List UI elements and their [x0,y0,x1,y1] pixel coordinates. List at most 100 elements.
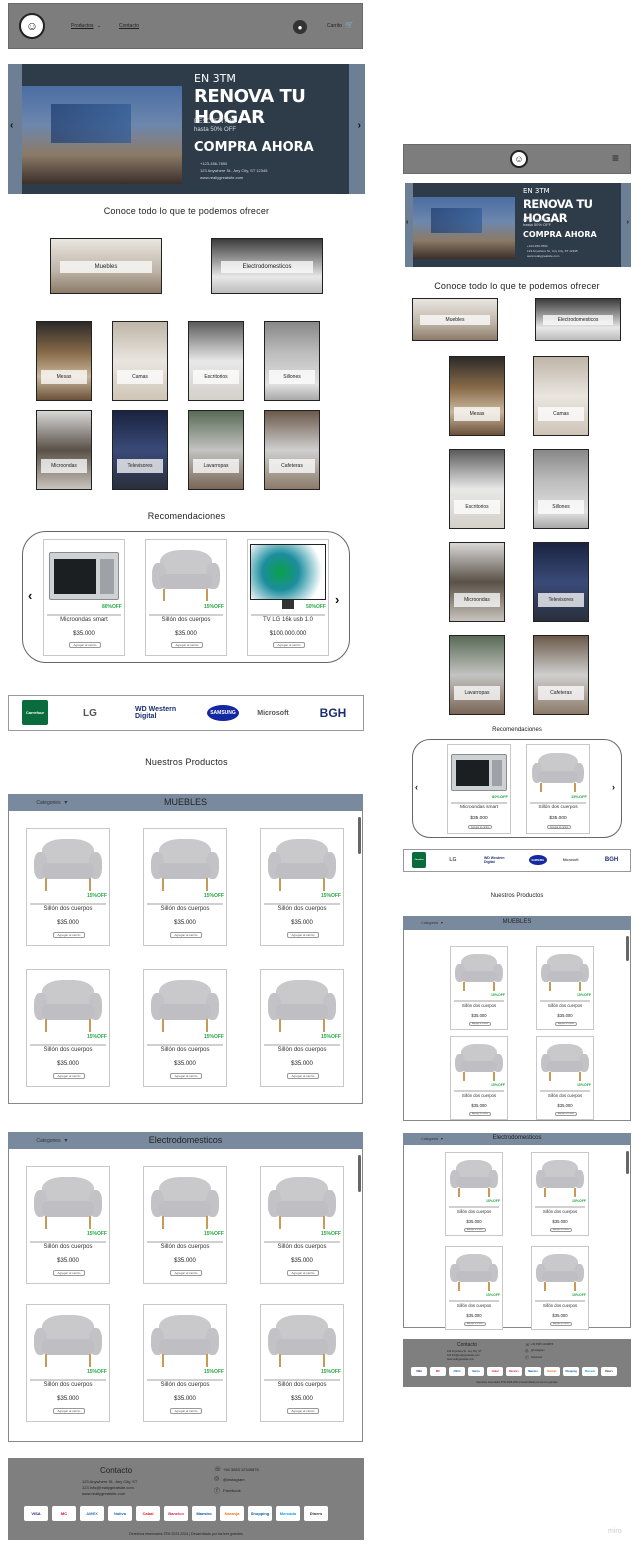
product-name[interactable]: Sillón dos cuerpos [446,1209,502,1214]
subcategory-tile[interactable]: Sillones [264,321,320,401]
product-image[interactable] [144,829,226,903]
product-image[interactable] [537,1037,593,1090]
scrollbar[interactable] [626,936,629,961]
instagram-icon[interactable]: ◎ [525,1348,529,1353]
product-card[interactable]: 15%OFF Sillón dos cuerpos $35.000 Agregar a… [536,1036,594,1120]
menu-icon[interactable]: ≡ [612,151,619,165]
add-to-cart-button[interactable]: Agregar al carrito [287,1408,319,1415]
carousel-prev-arrow[interactable]: ‹ [415,782,418,792]
product-name[interactable]: Sillón dos cuerpos [451,1003,507,1008]
product-card[interactable]: 15%OFF Sillón dos cuerpos $35.000 Agregar a… [531,1246,589,1330]
brand-logo[interactable]: SAMSUNG [207,705,239,721]
product-card[interactable]: 15%OFF Sillón dos cuerpos $35.000 Agregar a… [26,1166,110,1284]
product-image[interactable] [537,947,593,1000]
product-name[interactable]: Sillón dos cuerpos [146,617,226,623]
product-name[interactable]: Sillón dos cuerpos [144,906,226,912]
product-name[interactable]: TV LG 16k usb 1.0 [248,617,328,623]
carousel-next-arrow[interactable]: › [335,592,339,607]
product-card[interactable]: 15%OFF Sillón dos cuerpos $35.000 Agregar a… [260,1166,344,1284]
carousel-next-arrow[interactable]: › [612,782,615,792]
nav-productos[interactable]: Productos [71,23,94,29]
user-icon[interactable]: ● [293,20,307,34]
product-image[interactable] [448,745,510,801]
scrollbar[interactable] [358,1155,361,1193]
brand-logo[interactable]: WD Western Digital [135,705,193,721]
product-image[interactable] [44,540,124,613]
hero-prev-arrow[interactable]: ‹ [406,219,408,226]
subcategory-tile[interactable]: Televisores [533,542,589,622]
add-to-cart-button[interactable]: Agregar al carrito [53,932,85,939]
product-image[interactable] [532,1247,588,1300]
product-image[interactable] [144,970,226,1044]
add-to-cart-button[interactable]: Agregar al carrito [53,1408,85,1415]
product-card[interactable]: 15%OFF Sillón dos cuerpos $35.000 Agregar a… [531,1152,589,1236]
subcategory-tile[interactable]: Microondas [36,410,92,490]
product-name[interactable]: Sillón dos cuerpos [27,1047,109,1053]
product-name[interactable]: Sillón dos cuerpos [446,1303,502,1308]
product-image[interactable] [144,1305,226,1379]
add-to-cart-button[interactable]: Agregar al carrito [53,1073,85,1080]
product-card[interactable]: 15%OFF Sillón dos cuerpos $35.000 Agregar a… [450,1036,508,1120]
chevron-down-icon[interactable]: ▾ [64,799,67,806]
product-name[interactable]: Microondas smart [44,617,124,623]
add-to-cart-button[interactable]: Agregar al carrito [170,1408,202,1415]
product-card[interactable]: 15%OFF Sillón dos cuerpos $35.000 Agregar a… [526,744,590,834]
add-to-cart-button[interactable]: Agregar al carrito [53,1270,85,1277]
chevron-down-icon[interactable]: ▾ [64,1137,67,1144]
product-name[interactable]: Sillón dos cuerpos [532,1303,588,1308]
product-name[interactable]: Sillón dos cuerpos [144,1244,226,1250]
product-name[interactable]: Sillón dos cuerpos [27,1244,109,1250]
product-image[interactable] [261,1305,343,1379]
product-image[interactable] [532,1153,588,1206]
product-name[interactable]: Sillón dos cuerpos [261,1244,343,1250]
add-to-cart-button[interactable]: Agregar al carrito [171,642,203,649]
product-image[interactable] [144,1167,226,1241]
subcategory-tile[interactable]: Televisores [112,410,168,490]
categories-dropdown[interactable]: Categories [36,800,60,806]
product-image[interactable] [27,829,109,903]
nav-contacto[interactable]: Contacto [119,23,139,29]
add-to-cart-button[interactable]: Agregar al carrito [468,1021,491,1026]
product-image[interactable] [451,1037,507,1090]
add-to-cart-button[interactable]: Agregar al carrito [170,1270,202,1277]
product-card[interactable]: 15%OFF Sillón dos cuerpos $35.000 Agregar a… [145,539,227,656]
product-image[interactable] [261,829,343,903]
product-card[interactable]: 80%OFF Microondas smart $35.000 Agregar al … [43,539,125,656]
facebook-icon[interactable]: ⓕ [214,1486,220,1495]
add-to-cart-button[interactable]: Agregar al carrito [554,1021,577,1026]
brand-logo[interactable]: WD Western Digital [484,855,516,865]
product-image[interactable] [261,970,343,1044]
add-to-cart-button[interactable]: Agregar al carrito [170,1073,202,1080]
carousel-prev-arrow[interactable]: ‹ [28,588,32,603]
subcategory-tile[interactable]: Escritorios [188,321,244,401]
footer-instagram[interactable]: @instagram [223,1477,245,1482]
logo-icon[interactable]: ☺ [510,150,528,168]
product-name[interactable]: Sillón dos cuerpos [527,805,589,810]
subcategory-tile[interactable]: Camas [533,356,589,436]
product-image[interactable] [261,1167,343,1241]
product-name[interactable]: Sillón dos cuerpos [261,1047,343,1053]
product-name[interactable]: Microondas smart [448,805,510,810]
product-card[interactable]: 15%OFF Sillón dos cuerpos $35.000 Agregar a… [260,1304,344,1422]
product-name[interactable]: Sillón dos cuerpos [451,1093,507,1098]
subcategory-tile[interactable]: Mesas [36,321,92,401]
product-card[interactable]: 15%OFF Sillón dos cuerpos $35.000 Agregar a… [445,1152,503,1236]
subcategory-tile[interactable]: Escritorios [449,449,505,529]
instagram-icon[interactable]: ◎ [214,1475,219,1482]
product-card[interactable]: 15%OFF Sillón dos cuerpos $35.000 Agregar a… [445,1246,503,1330]
add-to-cart-button[interactable]: Agregar al carrito [546,824,572,830]
chevron-down-icon[interactable]: ▾ [441,920,443,925]
hero-cta[interactable]: COMPRA AHORA [523,230,597,239]
product-image[interactable] [446,1153,502,1206]
subcategory-tile[interactable]: Lavarropas [188,410,244,490]
product-name[interactable]: Sillón dos cuerpos [261,1382,343,1388]
add-to-cart-button[interactable]: Agregar al carrito [468,1111,491,1116]
hero-prev-arrow[interactable]: ‹ [10,120,13,131]
facebook-icon[interactable]: ⓕ [525,1355,529,1361]
product-name[interactable]: Sillón dos cuerpos [144,1382,226,1388]
product-card[interactable]: 15%OFF Sillón dos cuerpos $35.000 Agregar a… [143,1304,227,1422]
brand-logo[interactable]: LG [443,855,463,865]
product-card[interactable]: 15%OFF Sillón dos cuerpos $35.000 Agregar a… [143,969,227,1087]
add-to-cart-button[interactable]: Agregar al carrito [549,1321,572,1326]
add-to-cart-button[interactable]: Agregar al carrito [287,932,319,939]
